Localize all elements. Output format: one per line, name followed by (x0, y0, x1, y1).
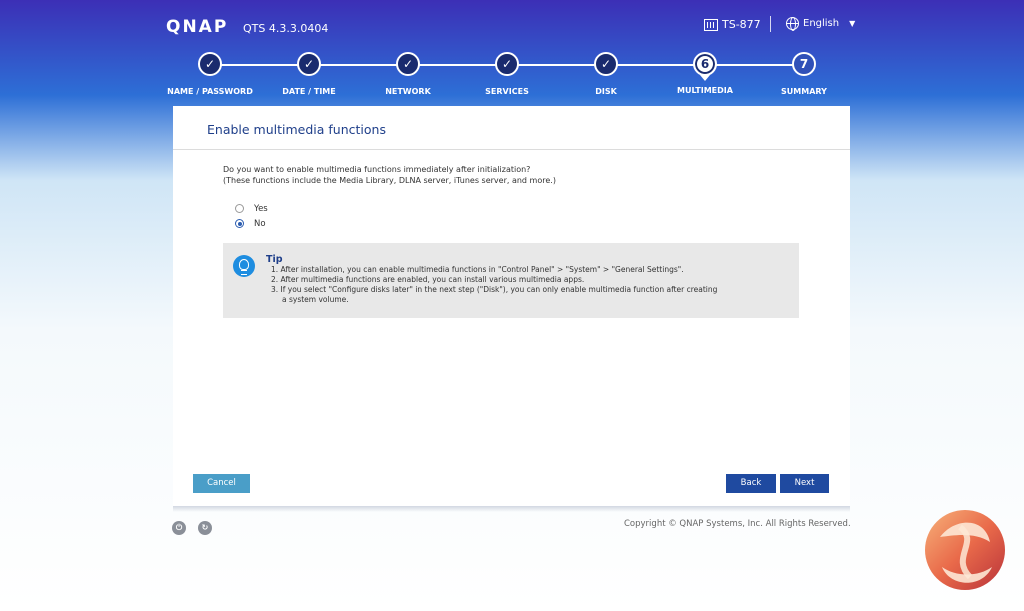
language-label: English (803, 18, 840, 29)
current-step-pointer-icon (700, 75, 710, 81)
option-yes[interactable]: Yes (235, 201, 268, 216)
question-note: (These functions include the Media Libra… (223, 176, 556, 185)
panel-shadow (173, 506, 850, 512)
caret-down-icon: ▼ (849, 19, 856, 28)
title-divider (173, 149, 850, 150)
cancel-button[interactable]: Cancel (193, 474, 250, 493)
question-text: Do you want to enable multimedia functio… (223, 164, 556, 186)
step-label: SUMMARY (781, 87, 827, 96)
header-divider (770, 16, 771, 32)
brand-watermark-icon (925, 510, 1005, 590)
copyright-text: Copyright © QNAP Systems, Inc. All Right… (624, 519, 851, 529)
tip-list: 1. After installation, you can enable mu… (271, 265, 717, 305)
radio-no[interactable] (235, 219, 244, 228)
wizard-panel: Enable multimedia functions Do you want … (173, 106, 850, 506)
back-button[interactable]: Back (726, 474, 776, 493)
step-check-icon: ✓ (198, 52, 222, 76)
option-no-label[interactable]: No (254, 219, 266, 229)
tip-box: Tip 1. After installation, you can enabl… (223, 243, 799, 318)
device-model: TS-877 (704, 18, 761, 31)
power-icon[interactable]: ⏻ (172, 521, 186, 535)
multimedia-option-group: Yes No (235, 201, 268, 231)
setup-stepper: ✓ NAME / PASSWORD ✓ DATE / TIME ✓ NETWOR… (0, 52, 1024, 102)
option-no[interactable]: No (235, 216, 268, 231)
step-check-icon: ✓ (594, 52, 618, 76)
step-check-icon: ✓ (297, 52, 321, 76)
language-selector[interactable]: English ▼ (786, 17, 856, 31)
device-model-label: TS-877 (722, 18, 761, 31)
tip-title: Tip (266, 254, 283, 265)
restart-icon[interactable]: ↻ (198, 521, 212, 535)
globe-icon (786, 17, 799, 31)
qnap-logo: QNAP (166, 17, 229, 37)
top-bar: QNAP QTS 4.3.3.0404 TS-877 English ▼ (0, 0, 1024, 50)
step-summary: 7 SUMMARY (744, 52, 864, 96)
tip-item: 1. After installation, you can enable mu… (271, 265, 684, 274)
tip-item-continued: a system volume. (282, 295, 349, 304)
step-number: 7 (792, 52, 816, 76)
radio-yes[interactable] (235, 204, 244, 213)
step-check-icon: ✓ (495, 52, 519, 76)
step-check-icon: ✓ (396, 52, 420, 76)
next-button[interactable]: Next (780, 474, 829, 493)
page-title: Enable multimedia functions (207, 122, 386, 137)
tip-item: 3. If you select "Configure disks later"… (271, 285, 718, 294)
step-number: 6 (693, 52, 717, 76)
question-line: Do you want to enable multimedia functio… (223, 165, 531, 174)
option-yes-label[interactable]: Yes (254, 204, 268, 214)
nas-device-icon (704, 18, 718, 31)
firmware-version: QTS 4.3.3.0404 (243, 22, 329, 35)
tip-item: 2. After multimedia functions are enable… (271, 275, 585, 284)
lightbulb-icon (233, 255, 255, 277)
